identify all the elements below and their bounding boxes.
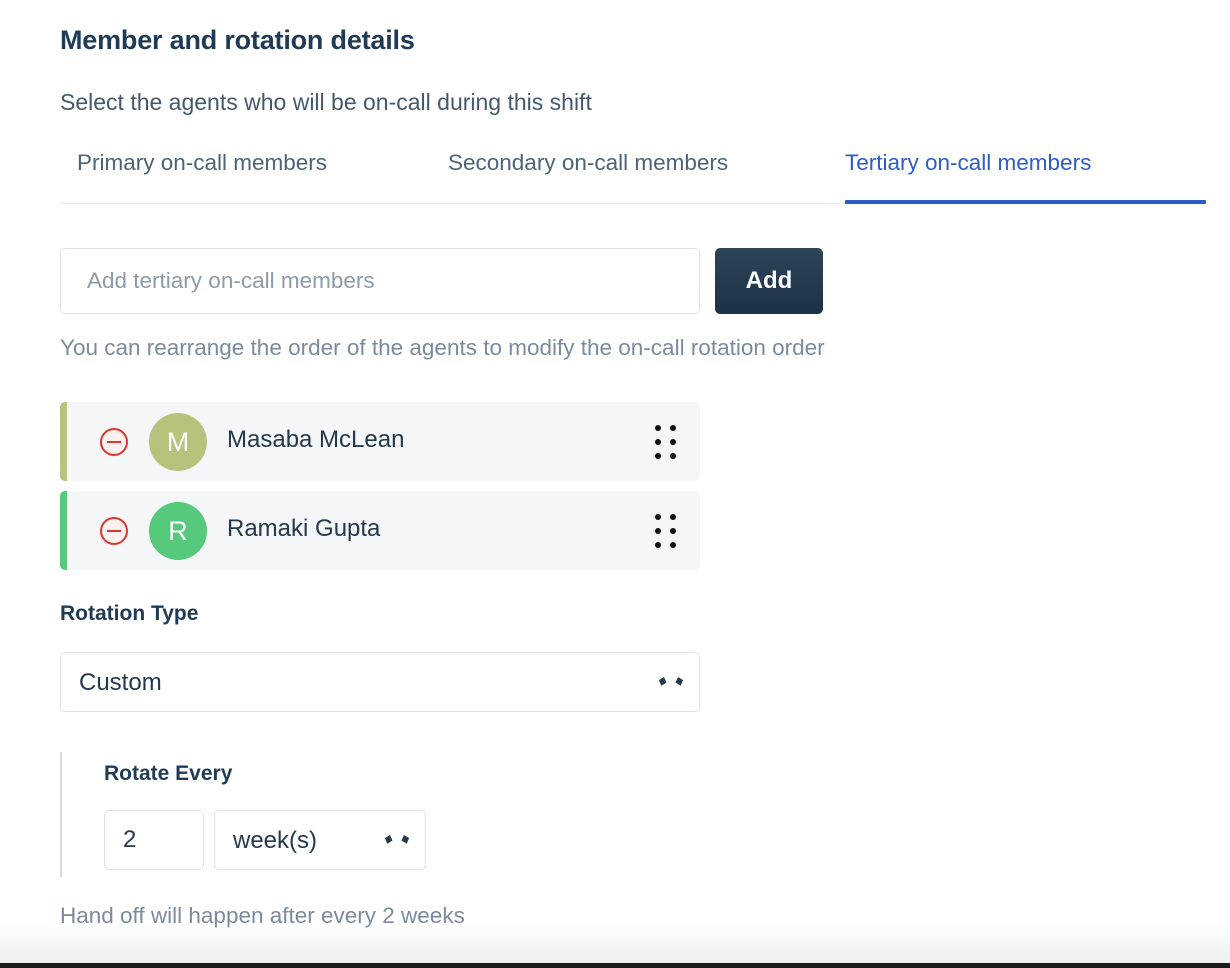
member-accent-bar: [60, 491, 67, 570]
remove-member-icon[interactable]: [100, 517, 128, 545]
tab-primary-on-call-members[interactable]: Primary on-call members: [77, 142, 403, 204]
rotate-every-unit-field: week(s): [214, 810, 426, 870]
add-member-button[interactable]: Add: [715, 248, 823, 314]
rearrange-hint-text: You can rearrange the order of the agent…: [60, 335, 825, 361]
member-name: Ramaki Gupta: [227, 515, 380, 543]
tab-tertiary-on-call-members[interactable]: Tertiary on-call members: [845, 142, 1206, 204]
rotate-every-value-input[interactable]: [104, 810, 204, 870]
member-list-item[interactable]: M Masaba McLean: [60, 402, 700, 481]
rotation-type-select[interactable]: Custom: [60, 652, 700, 712]
rotate-every-unit-select[interactable]: week(s): [214, 810, 426, 870]
on-call-tabs: Primary on-call members Secondary on-cal…: [60, 142, 1206, 204]
member-list-item[interactable]: R Ramaki Gupta: [60, 491, 700, 570]
page-title: Member and rotation details: [60, 25, 415, 56]
tab-label: Tertiary on-call members: [845, 150, 1091, 176]
drag-handle-icon[interactable]: [655, 425, 677, 459]
bottom-bar: [0, 963, 1230, 968]
tab-label: Primary on-call members: [77, 150, 327, 176]
remove-member-icon[interactable]: [100, 428, 128, 456]
tab-label: Secondary on-call members: [448, 150, 728, 176]
drag-handle-icon[interactable]: [655, 514, 677, 548]
member-list: M Masaba McLean R Ramaki Gupta: [60, 402, 700, 580]
add-member-row: Add: [60, 248, 823, 314]
page-subtitle: Select the agents who will be on-call du…: [60, 89, 592, 116]
member-rotation-panel: Member and rotation details Select the a…: [0, 0, 1230, 968]
rotate-every-label: Rotate Every: [104, 762, 232, 786]
rotate-every-group: Rotate Every week(s): [60, 752, 440, 877]
rotation-type-field: Custom: [60, 652, 700, 712]
member-accent-bar: [60, 402, 67, 481]
tab-secondary-on-call-members[interactable]: Secondary on-call members: [448, 142, 814, 204]
member-name: Masaba McLean: [227, 426, 404, 454]
add-member-input[interactable]: [60, 248, 700, 314]
handoff-note-text: Hand off will happen after every 2 weeks: [60, 903, 465, 929]
rotation-type-label: Rotation Type: [60, 602, 198, 626]
avatar: R: [149, 502, 207, 560]
bottom-fade-overlay: [0, 923, 1230, 963]
avatar: M: [149, 413, 207, 471]
